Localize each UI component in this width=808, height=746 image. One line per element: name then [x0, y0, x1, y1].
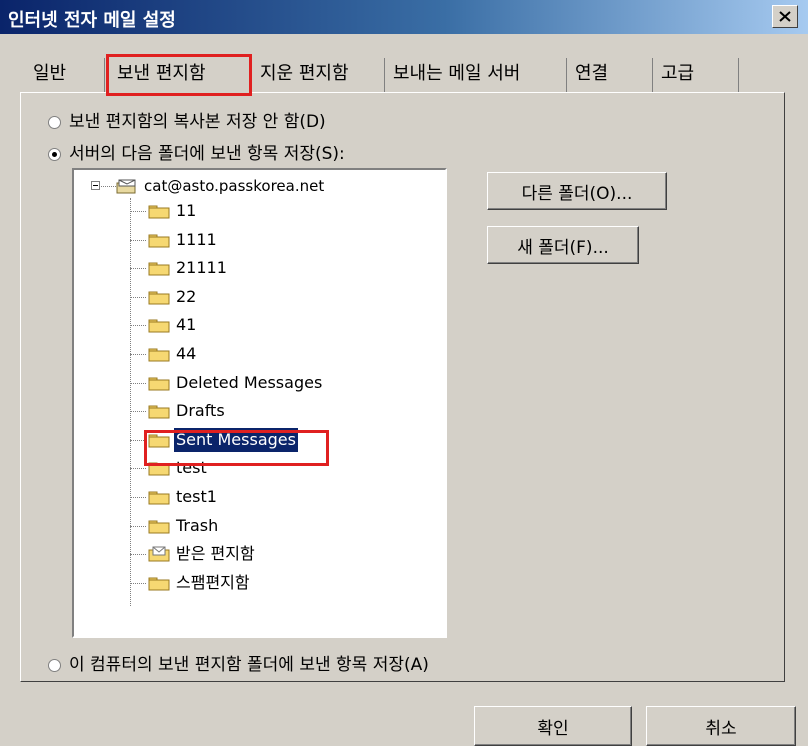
folder-icon — [148, 491, 170, 505]
close-button[interactable] — [772, 5, 798, 28]
inbox-icon — [148, 546, 170, 562]
folder-icon — [148, 348, 170, 362]
radio-save-local[interactable]: 이 컴퓨터의 보낸 편지함 폴더에 보낸 항목 저장(A) — [48, 650, 429, 675]
cancel-button[interactable]: 취소 — [646, 706, 796, 746]
tab-deleted-items[interactable]: 지운 편지함 — [252, 58, 385, 92]
radio-button[interactable] — [48, 147, 61, 161]
tab-advanced[interactable]: 고급 — [653, 58, 739, 92]
folder-tree[interactable]: cat@asto.passkorea.net 11 1111 21111 22 41 44… — [72, 168, 447, 638]
mail-account-icon — [116, 179, 136, 194]
folder-icon — [148, 520, 170, 534]
folder-icon — [148, 319, 170, 333]
other-folder-button[interactable]: 다른 폴더(O)... — [487, 172, 667, 210]
title-bar: 인터넷 전자 메일 설정 — [0, 0, 808, 34]
new-folder-button[interactable]: 새 폴더(F)... — [487, 226, 639, 264]
tab-general[interactable]: 일반 — [25, 58, 105, 92]
folder-icon — [148, 577, 170, 591]
folder-icon — [148, 377, 170, 391]
radio-button[interactable] — [48, 115, 61, 129]
folder-icon — [148, 291, 170, 305]
radio-save-server[interactable]: 서버의 다음 폴더에 보낸 항목 저장(S): — [48, 139, 345, 164]
tab-outgoing-server[interactable]: 보내는 메일 서버 — [385, 58, 567, 92]
tab-sent-items[interactable]: 보낸 편지함 — [106, 54, 252, 96]
highlight-box — [144, 430, 329, 466]
ok-button[interactable]: 확인 — [474, 706, 632, 746]
radio-button[interactable] — [48, 658, 61, 672]
close-icon — [779, 11, 791, 22]
folder-icon — [148, 405, 170, 419]
collapse-toggle[interactable] — [91, 181, 100, 190]
folder-icon — [148, 234, 170, 248]
folder-icon — [148, 262, 170, 276]
tab-connection[interactable]: 연결 — [567, 58, 653, 92]
window-title: 인터넷 전자 메일 설정 — [8, 10, 176, 31]
radio-no-copy[interactable]: 보낸 편지함의 복사본 저장 안 함(D) — [48, 107, 326, 132]
folder-icon — [148, 205, 170, 219]
